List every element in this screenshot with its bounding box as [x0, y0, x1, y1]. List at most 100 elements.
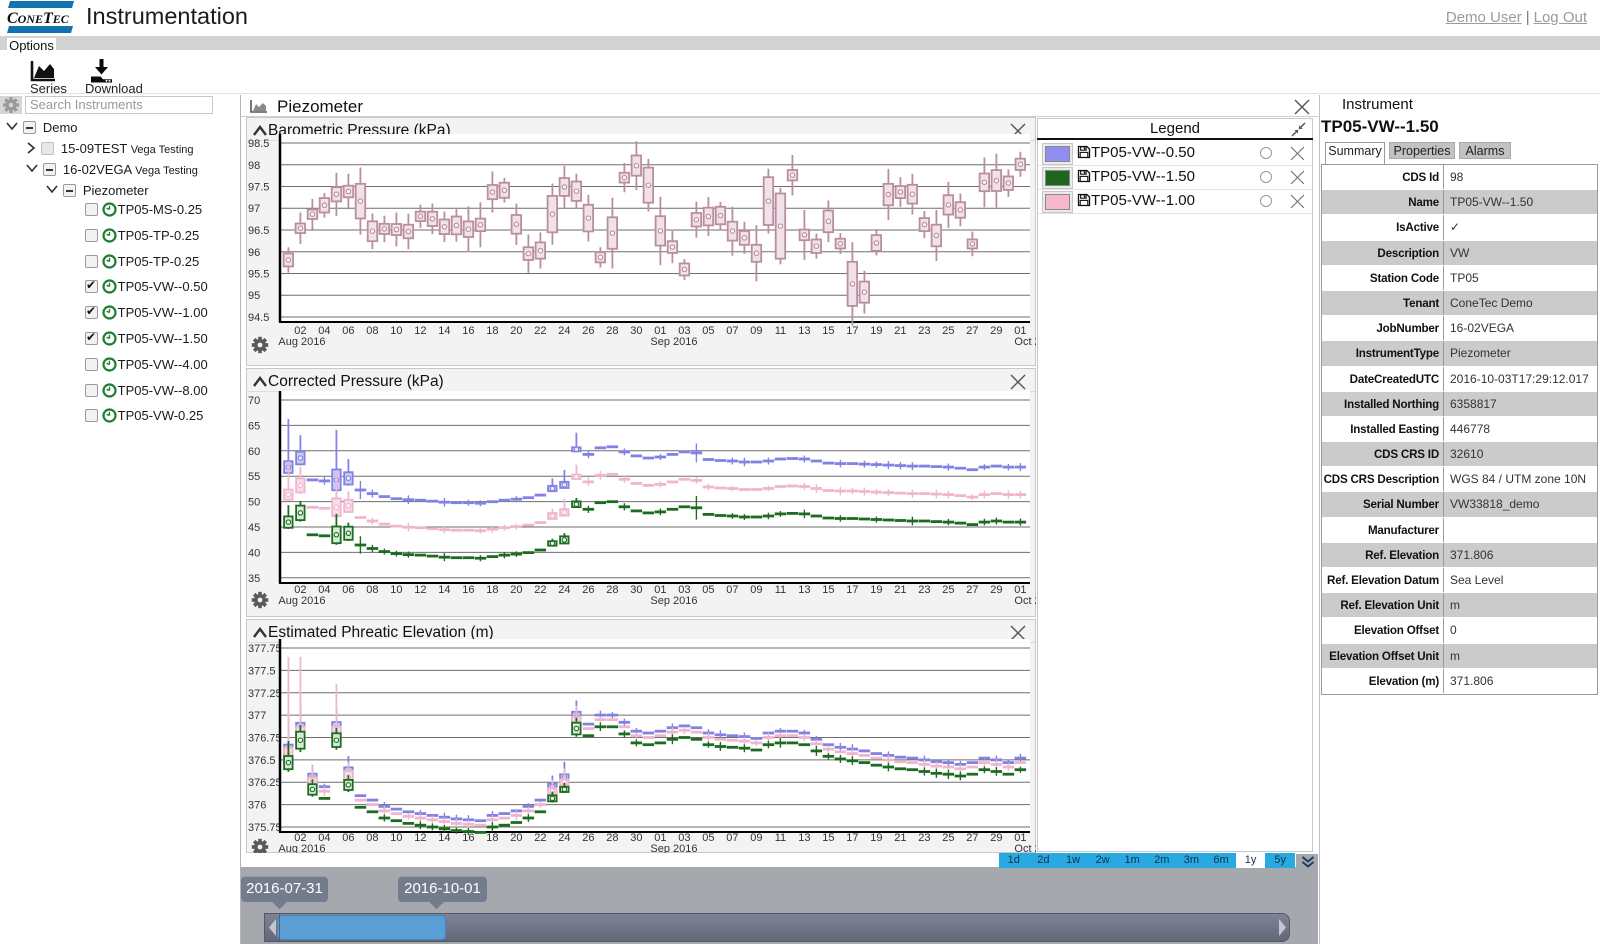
svg-text:16: 16 [462, 584, 474, 596]
svg-text:27: 27 [966, 325, 978, 337]
svg-text:24: 24 [558, 584, 570, 596]
svg-text:08: 08 [366, 325, 378, 337]
svg-text:07: 07 [726, 584, 738, 596]
svg-text:30: 30 [630, 584, 642, 596]
svg-text:27: 27 [966, 584, 978, 596]
svg-text:12: 12 [414, 584, 426, 596]
svg-text:376.5: 376.5 [248, 755, 276, 767]
svg-text:95.5: 95.5 [248, 269, 269, 281]
svg-text:24: 24 [558, 832, 570, 844]
svg-text:10: 10 [390, 325, 402, 337]
svg-text:377: 377 [248, 710, 266, 722]
svg-text:25: 25 [942, 584, 954, 596]
svg-text:18: 18 [486, 325, 498, 337]
svg-text:14: 14 [438, 584, 450, 596]
svg-text:Oct 20: Oct 20 [1014, 595, 1036, 607]
svg-text:45: 45 [248, 522, 260, 534]
svg-text:377.5: 377.5 [248, 665, 276, 677]
svg-text:07: 07 [726, 832, 738, 844]
svg-text:14: 14 [438, 832, 450, 844]
svg-text:60: 60 [248, 446, 260, 458]
svg-text:28: 28 [606, 325, 618, 337]
svg-text:08: 08 [366, 832, 378, 844]
svg-text:376.75: 376.75 [248, 733, 282, 745]
svg-text:28: 28 [606, 832, 618, 844]
svg-text:22: 22 [534, 325, 546, 337]
svg-text:35: 35 [248, 573, 260, 585]
svg-text:28: 28 [606, 584, 618, 596]
svg-text:30: 30 [630, 325, 642, 337]
svg-text:40: 40 [248, 547, 260, 559]
svg-text:Aug 2016: Aug 2016 [278, 595, 325, 607]
svg-text:377.75: 377.75 [248, 643, 282, 655]
svg-text:11: 11 [775, 325, 786, 337]
svg-text:12: 12 [414, 325, 426, 337]
svg-text:95: 95 [248, 290, 260, 302]
svg-text:21: 21 [894, 832, 906, 844]
svg-text:25: 25 [942, 832, 954, 844]
svg-text:98.5: 98.5 [248, 138, 269, 150]
svg-text:09: 09 [750, 832, 762, 844]
svg-text:29: 29 [990, 325, 1002, 337]
svg-text:09: 09 [750, 325, 762, 337]
svg-text:96: 96 [248, 247, 260, 259]
svg-text:05: 05 [702, 832, 714, 844]
svg-text:25: 25 [942, 325, 954, 337]
svg-text:Oct 20: Oct 20 [1014, 843, 1036, 853]
svg-text:10: 10 [390, 584, 402, 596]
svg-text:19: 19 [870, 325, 882, 337]
svg-text:65: 65 [248, 420, 260, 432]
svg-text:26: 26 [582, 832, 594, 844]
svg-text:08: 08 [366, 584, 378, 596]
svg-text:98: 98 [248, 160, 260, 172]
svg-text:14: 14 [438, 325, 450, 337]
svg-text:06: 06 [342, 832, 354, 844]
svg-text:CONETEC: CONETEC [7, 10, 70, 27]
svg-text:13: 13 [798, 832, 810, 844]
svg-text:05: 05 [702, 584, 714, 596]
svg-text:22: 22 [534, 832, 546, 844]
svg-text:26: 26 [582, 325, 594, 337]
svg-text:375.75: 375.75 [248, 822, 282, 834]
svg-text:19: 19 [870, 584, 882, 596]
svg-text:10: 10 [390, 832, 402, 844]
svg-text:70: 70 [248, 395, 260, 407]
svg-text:06: 06 [342, 325, 354, 337]
svg-text:15: 15 [822, 832, 834, 844]
svg-text:Aug 2016: Aug 2016 [278, 843, 325, 853]
svg-text:24: 24 [558, 325, 570, 337]
svg-text:29: 29 [990, 832, 1002, 844]
svg-text:20: 20 [510, 584, 522, 596]
svg-text:13: 13 [798, 584, 810, 596]
svg-text:26: 26 [582, 584, 594, 596]
svg-text:17: 17 [846, 584, 858, 596]
svg-text:19: 19 [870, 832, 882, 844]
svg-text:Aug 2016: Aug 2016 [278, 336, 325, 348]
svg-text:23: 23 [918, 325, 930, 337]
svg-text:97: 97 [248, 203, 260, 215]
svg-text:20: 20 [510, 325, 522, 337]
svg-text:377.25: 377.25 [248, 688, 282, 700]
svg-text:13: 13 [798, 325, 810, 337]
svg-text:15: 15 [822, 584, 834, 596]
svg-text:05: 05 [702, 325, 714, 337]
svg-text:21: 21 [894, 584, 906, 596]
svg-text:23: 23 [918, 584, 930, 596]
svg-text:06: 06 [342, 584, 354, 596]
svg-text:55: 55 [248, 471, 260, 483]
svg-text:07: 07 [726, 325, 738, 337]
svg-text:Estimated Phreatic Elevation (: Estimated Phreatic Elevation (m) [268, 624, 494, 641]
svg-text:15: 15 [822, 325, 834, 337]
svg-text:23: 23 [918, 832, 930, 844]
svg-text:Sep 2016: Sep 2016 [650, 595, 697, 607]
svg-text:11: 11 [775, 832, 786, 844]
svg-text:17: 17 [846, 325, 858, 337]
svg-text:09: 09 [750, 584, 762, 596]
svg-text:29: 29 [990, 584, 1002, 596]
svg-text:97.5: 97.5 [248, 182, 269, 194]
svg-text:376: 376 [248, 800, 266, 812]
svg-text:17: 17 [846, 832, 858, 844]
svg-text:Corrected Pressure (kPa): Corrected Pressure (kPa) [268, 373, 444, 390]
svg-text:16: 16 [462, 325, 474, 337]
svg-text:Sep 2016: Sep 2016 [650, 336, 697, 348]
